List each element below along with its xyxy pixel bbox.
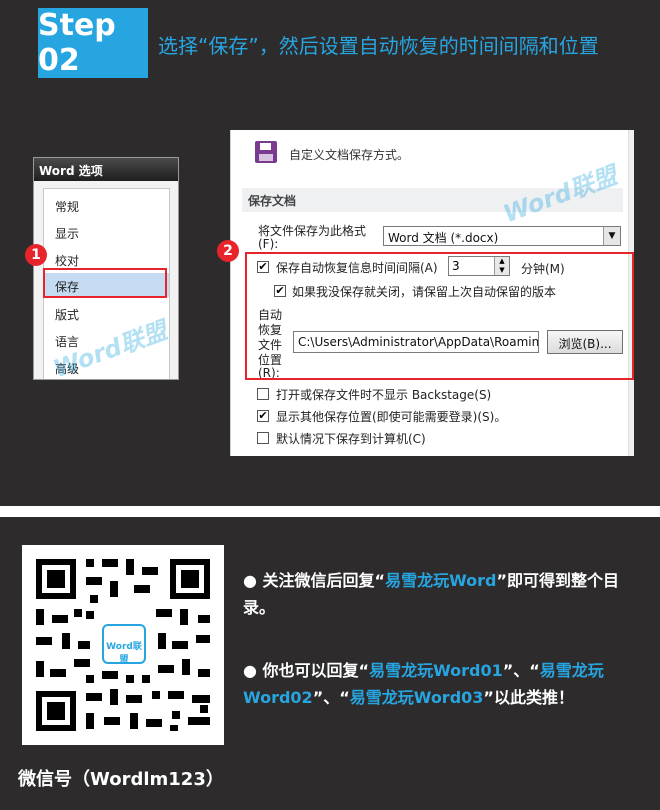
format-select-value: Word 文档 (*.docx) (388, 231, 499, 245)
wechat-id-label: 微信号（Wordlm123） (18, 769, 224, 790)
bullet-directory: ● 关注微信后回复“易雪龙玩Word”即可得到整个目录。 (243, 571, 620, 617)
autosave-highlight-frame (245, 252, 634, 380)
backstage-checkbox[interactable] (257, 388, 269, 400)
show-places-checkbox[interactable]: ✔ (257, 410, 269, 422)
save-local-label: 默认情况下保存到计算机(C) (276, 432, 426, 446)
save-header: 自定义文档保存方式。 (289, 148, 410, 162)
options-item-general[interactable]: 常规 (44, 193, 169, 217)
show-places-label: 显示其他保存位置(即使可能需要登录)(S)。 (276, 410, 507, 424)
floppy-disk-icon (255, 141, 277, 163)
options-item-display[interactable]: 显示 (44, 220, 169, 244)
format-label-accel: (F): (258, 237, 279, 251)
qr-center-logo: Word联盟 (102, 624, 146, 665)
wechat-promo-panel: Word联盟 微信号（Wordlm123） ● 关注微信后回复“易雪龙玩Word… (0, 517, 660, 810)
format-select[interactable]: Word 文档 (*.docx) ▼ (383, 226, 621, 246)
backstage-label: 打开或保存文件时不显示 Backstage(S) (276, 388, 492, 402)
chevron-down-icon[interactable]: ▼ (603, 227, 620, 245)
step-marker-2: 2 (217, 240, 239, 262)
save-local-checkbox[interactable] (257, 432, 269, 444)
bullet-more-keywords: ● 你也可以回复“易雪龙玩Word01”、“易雪龙玩Word02”、“易雪龙玩W… (243, 661, 604, 707)
step-badge: Step 02 (38, 8, 148, 78)
step-title: 选择“保存”，然后设置自动恢复的时间间隔和位置 (158, 34, 599, 58)
save-item-highlight (43, 268, 167, 298)
qr-code: Word联盟 (22, 545, 224, 745)
tutorial-panel: Step 02 选择“保存”，然后设置自动恢复的时间间隔和位置 Word 选项 … (0, 0, 660, 506)
step-marker-1: 1 (25, 244, 47, 266)
options-window-title: Word 选项 (34, 158, 178, 181)
